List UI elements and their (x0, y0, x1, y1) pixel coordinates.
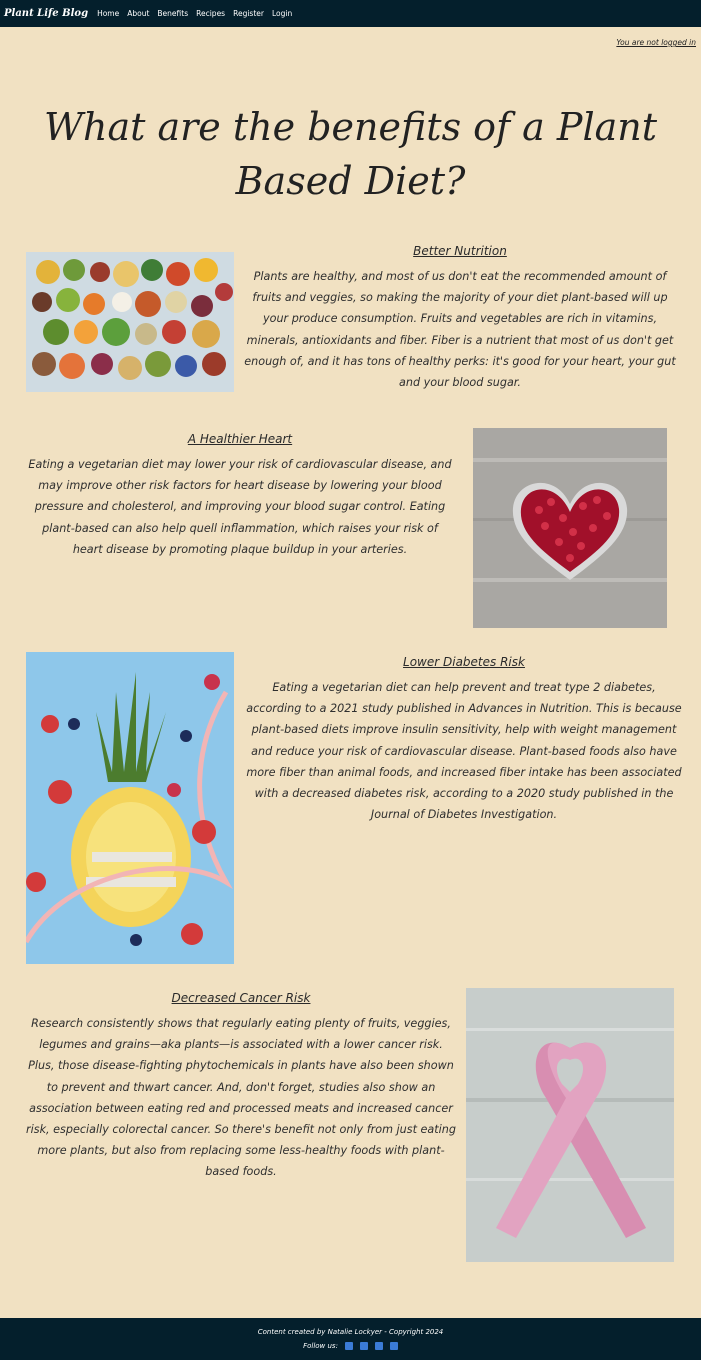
login-status[interactable]: You are not logged in (616, 38, 696, 47)
section-text: Eating a vegetarian diet can help preven… (246, 681, 682, 822)
nav-link-login[interactable]: Login (272, 9, 292, 18)
x-icon[interactable] (374, 1342, 383, 1350)
vegetables-photo (26, 252, 234, 392)
section-text: Research consistently shows that regular… (26, 1017, 456, 1179)
section-heading: Decreased Cancer Risk (171, 991, 311, 1005)
footer: Content created by Natalie Lockyer - Cop… (0, 1318, 701, 1360)
section-heading: A Healthier Heart (187, 432, 293, 446)
section-decreased-cancer-risk: Decreased Cancer Risk Research consisten… (26, 991, 456, 1183)
section-heading: Better Nutrition (413, 244, 507, 258)
section-better-nutrition: Better Nutrition Plants are healthy, and… (242, 244, 678, 393)
nav-link-about[interactable]: About (127, 9, 149, 18)
footer-credit: Content created by Natalie Lockyer - Cop… (257, 1328, 444, 1336)
nav-link-benefits[interactable]: Benefits (157, 9, 188, 18)
instagram-icon[interactable] (389, 1342, 398, 1350)
page-title: What are the benefits of a Plant Based D… (43, 105, 658, 203)
follow-label: Follow us: (303, 1342, 338, 1350)
section-healthier-heart: A Healthier Heart Eating a vegetarian di… (26, 432, 454, 560)
navbar: Plant Life Blog Home About Benefits Reci… (0, 0, 701, 27)
footer-follow: Follow us: (0, 1342, 701, 1350)
twitter-icon[interactable] (359, 1342, 368, 1350)
section-heading: Lower Diabetes Risk (403, 655, 525, 669)
section-text: Eating a vegetarian diet may lower your … (28, 458, 452, 556)
pink-ribbon-photo (466, 988, 674, 1262)
facebook-icon[interactable] (344, 1342, 353, 1350)
pineapple-photo (26, 652, 234, 964)
section-text: Plants are healthy, and most of us don't… (244, 270, 676, 390)
section-lower-diabetes-risk: Lower Diabetes Risk Eating a vegetarian … (246, 655, 682, 825)
brand-logo[interactable]: Plant Life Blog (4, 8, 88, 19)
nav-link-register[interactable]: Register (233, 9, 264, 18)
pomegranate-heart-photo (473, 428, 667, 628)
nav-link-home[interactable]: Home (97, 9, 119, 18)
nav-link-recipes[interactable]: Recipes (196, 9, 225, 18)
